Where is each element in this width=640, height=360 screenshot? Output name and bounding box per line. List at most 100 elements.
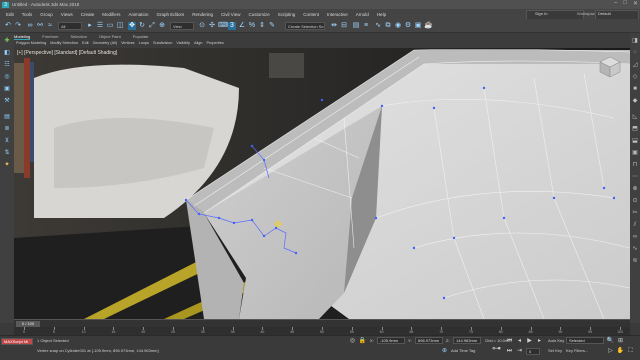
rotate-icon[interactable]: ↻ — [138, 22, 146, 30]
link-icon[interactable]: ∞ — [26, 22, 34, 30]
maxscript-listener[interactable]: MAXScript Mi — [1, 338, 33, 345]
sort-icon[interactable]: ⇅ — [3, 149, 11, 157]
target-weld-icon[interactable]: ⊙ — [631, 197, 639, 205]
menu-views[interactable]: Views — [61, 12, 73, 17]
rendered-frame-window-icon[interactable]: ▣ — [414, 22, 422, 30]
modify-panel-icon[interactable]: ◧ — [3, 49, 11, 57]
pan-view-icon[interactable]: ✋ — [616, 347, 625, 355]
close-button[interactable]: ✕ — [633, 0, 638, 7]
element-icon[interactable]: ◆ — [631, 97, 639, 105]
select-manipulate-icon[interactable]: ✣ — [208, 22, 216, 30]
menu-civil-view[interactable]: Civil View — [221, 12, 240, 17]
menu-tools[interactable]: Tools — [22, 12, 33, 17]
curve-editor-icon[interactable]: ∿ — [374, 22, 382, 30]
quickslice-icon[interactable]: ⫽ — [631, 221, 639, 229]
vertex-icon[interactable]: ⁘ — [631, 49, 639, 57]
keyboard-shortcut-icon[interactable]: ⌨ — [218, 22, 228, 30]
selection-filter-dropdown[interactable]: All — [58, 22, 82, 30]
go-to-start-icon[interactable]: ⏮ — [505, 337, 514, 345]
menu-modifiers[interactable]: Modifiers — [102, 12, 120, 17]
bevel-icon[interactable]: ⬓ — [631, 137, 639, 145]
select-by-name-icon[interactable]: ☰ — [96, 22, 104, 30]
inset-icon[interactable]: ▣ — [631, 149, 639, 157]
timeline-ruler[interactable]: 0 5 10 15 20 25 30 35 40 45 50 55 60 65 70 75 80 85 90 95 10… — [14, 327, 630, 335]
spinner-snap-icon[interactable]: ⇕ — [258, 22, 266, 30]
maximize-button[interactable]: □ — [623, 0, 627, 7]
pivot-center-icon[interactable]: ⊙ — [198, 22, 206, 30]
weld-icon[interactable]: ⊗ — [631, 185, 639, 193]
undo-icon[interactable]: ↶ — [4, 22, 12, 30]
percent-snap-icon[interactable]: % — [248, 22, 256, 30]
move-icon[interactable]: ✥ — [128, 22, 136, 30]
render-setup-icon[interactable]: ⚙ — [404, 22, 412, 30]
ribbon-visibility[interactable]: Visibility — [176, 41, 190, 45]
menu-group[interactable]: Group — [40, 12, 53, 17]
y-coordinate-field[interactable]: 896.973mm — [415, 337, 443, 344]
ribbon-geometry-all[interactable]: Geometry (All) — [93, 41, 117, 45]
reference-coordinate-dropdown[interactable]: View — [170, 22, 194, 30]
zoom-all-icon[interactable]: ⊞ — [616, 337, 625, 345]
schematic-view-icon[interactable]: ⧉ — [384, 22, 392, 30]
align-icon[interactable]: ⊟ — [340, 22, 348, 30]
mirror-icon[interactable]: ⇹ — [330, 22, 338, 30]
chamfer-icon[interactable]: ◺ — [631, 113, 639, 121]
tab-modeling[interactable]: Modeling — [14, 34, 31, 40]
select-object-icon[interactable]: ▸ — [86, 22, 94, 30]
extrude-icon[interactable]: ⬒ — [631, 125, 639, 133]
menu-interactive[interactable]: Interactive — [327, 12, 348, 17]
named-selection-set-dropdown[interactable]: Create Selection Se — [285, 22, 325, 30]
tab-selection[interactable]: Selection — [70, 34, 86, 40]
set-key-button[interactable]: Set Key — [548, 348, 562, 353]
field-of-view-icon[interactable]: ▷ — [606, 347, 615, 355]
connect-icon[interactable]: ⋯ — [631, 173, 639, 181]
hierarchy-panel-icon[interactable]: ☷ — [3, 61, 11, 69]
menu-arnold[interactable]: Arnold — [356, 12, 369, 17]
x-coordinate-field[interactable]: -105.9mm — [377, 337, 405, 344]
rectangular-selection-icon[interactable]: ▭ — [106, 22, 114, 30]
edge-icon[interactable]: ◿ — [631, 61, 639, 69]
viewport-perspective[interactable]: [+] [Perspective] [Standard] [Default Sh… — [14, 48, 630, 319]
ribbon-subdivision[interactable]: Subdivision — [153, 41, 172, 45]
cut-icon[interactable]: ✂ — [631, 209, 639, 217]
layer-explorer-icon[interactable]: ≡ — [362, 22, 370, 30]
isolate-selection-icon[interactable]: ◎ — [348, 337, 357, 345]
edit-named-selection-icon[interactable]: ✎ — [268, 22, 276, 30]
window-crossing-icon[interactable]: ◫ — [116, 22, 124, 30]
menu-customize[interactable]: Customize — [248, 12, 269, 17]
bridge-icon[interactable]: ⊓ — [631, 161, 639, 169]
menu-scripting[interactable]: Scripting — [278, 12, 296, 17]
play-icon[interactable]: ▶ — [525, 337, 534, 345]
menu-rendering[interactable]: Rendering — [192, 12, 213, 17]
ribbon-loops[interactable]: Loops — [139, 41, 149, 45]
ribbon-modify-selection[interactable]: Modify Selection — [50, 41, 78, 45]
angle-snap-icon[interactable]: ∠ — [238, 22, 246, 30]
auto-key-button[interactable]: Auto Key — [548, 338, 564, 343]
layer-icon[interactable]: ≣ — [3, 125, 11, 133]
ribbon-edit[interactable]: Edit — [82, 41, 89, 45]
menu-content[interactable]: Content — [303, 12, 319, 17]
time-slider-track[interactable]: 0 / 100 — [14, 319, 630, 327]
redo-icon[interactable]: ↷ — [14, 22, 22, 30]
maximize-viewport-icon[interactable]: ⛶ — [626, 347, 635, 355]
menu-help[interactable]: Help — [377, 12, 386, 17]
polygon-icon[interactable]: ■ — [631, 85, 639, 93]
key-mode-icon[interactable]: ⇥ — [515, 347, 524, 355]
snaps-toggle-icon[interactable]: 3 — [228, 22, 236, 30]
menu-edit[interactable]: Edit — [6, 12, 14, 17]
scale-icon[interactable]: ⤢ — [148, 22, 156, 30]
selection-lock-icon[interactable]: 🔒 — [358, 337, 367, 345]
key-selection-dropdown[interactable]: Selected — [566, 337, 604, 344]
unlink-icon[interactable]: ⚯ — [36, 22, 44, 30]
menu-animation[interactable]: Animation — [129, 12, 149, 17]
previous-frame-icon[interactable]: ◂ — [515, 337, 524, 345]
add-time-tag-button[interactable]: Add Time Tag — [451, 348, 475, 353]
smooth-icon[interactable]: ≋ — [631, 257, 639, 265]
create-panel-icon[interactable]: ✚ — [3, 37, 11, 45]
material-editor-icon[interactable]: ◉ — [394, 22, 402, 30]
bind-space-warp-icon[interactable]: ≈ — [46, 22, 54, 30]
ribbon-vertices[interactable]: Vertices — [121, 41, 135, 45]
swift-loop-icon[interactable]: ∞ — [631, 233, 639, 241]
next-frame-icon[interactable]: ▸ — [535, 337, 544, 345]
display-panel-icon[interactable]: ▣ — [3, 85, 11, 93]
tab-freeform[interactable]: Freeform — [42, 34, 58, 40]
